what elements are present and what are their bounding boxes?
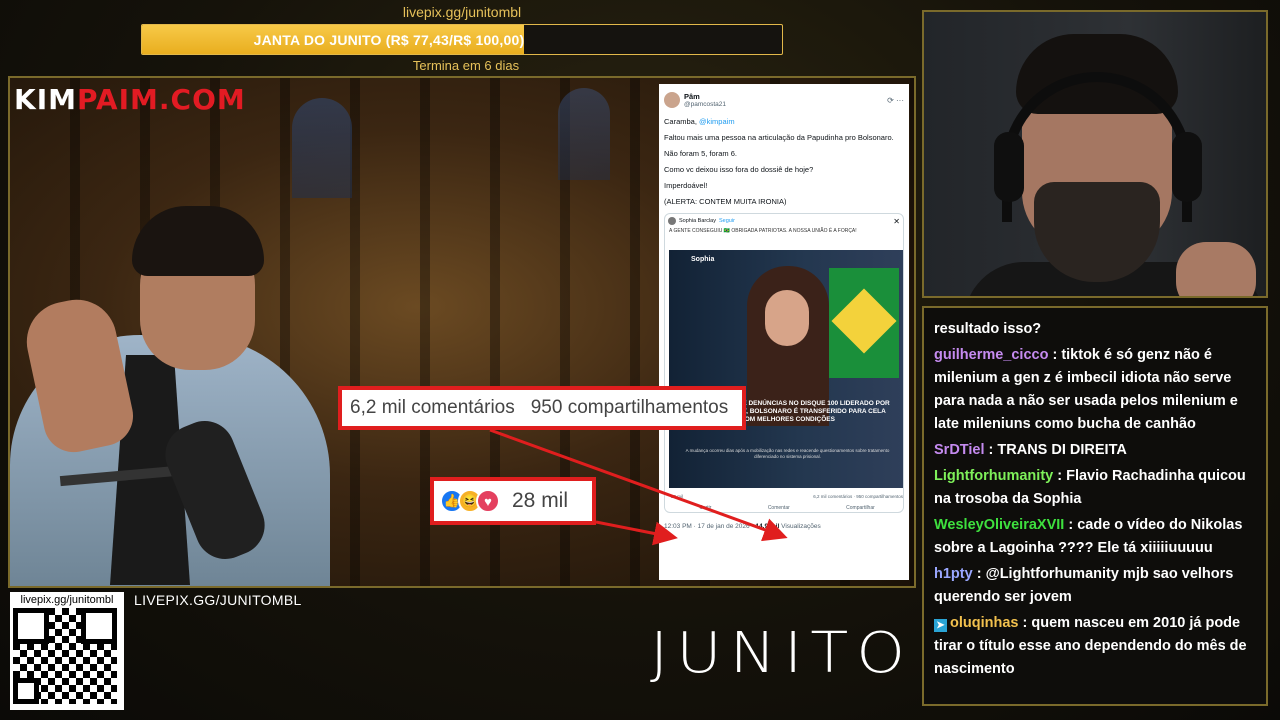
tweet-line: Como vc deixou isso fora do dossiê de ho…: [664, 165, 814, 174]
engagement-stats: 6,2 mil comentários · 950 compartilhamen…: [813, 494, 903, 499]
quoted-actions: Curtir Comentar Compartilhar: [671, 505, 903, 511]
junito-brand: JUNITO: [650, 619, 914, 686]
goal-label: JANTA DO JUNITO (R$ 77,43/R$ 100,00): [253, 32, 525, 48]
tweet-line: Faltou mais uma pessoa na articulação da…: [664, 133, 894, 142]
tweet-author-handle: @pamcosta21: [684, 101, 727, 108]
reactions-callout: 👍 😆 ♥ 28 mil: [430, 477, 596, 525]
tweet-footer: 12:03 PM · 17 de jan de 2026 · 14,9 mil …: [664, 523, 821, 530]
logo-part-white: KIM: [14, 83, 77, 116]
views-label: Visualizações: [781, 523, 821, 530]
quoted-image: Sophia APÓS MUTIRÃO DE DENÚNCIAS NO DISQ…: [669, 250, 903, 488]
quoted-text: A GENTE CONSEGUIU 🇧🇷 OBRIGADA PATRIOTAS.…: [669, 228, 857, 234]
like-button[interactable]: Curtir: [699, 505, 711, 511]
chat-message: WesleyOliveiraXVII : cade o vídeo do Nik…: [934, 517, 1243, 556]
chat-username[interactable]: h1pty: [934, 566, 973, 582]
brazil-flag: [829, 268, 899, 378]
woman-face: [765, 290, 809, 346]
tweet-mention[interactable]: @kimpaim: [699, 117, 735, 126]
reactions-count: 28 mil: [671, 494, 684, 499]
tweet-card: Pâm @pamcosta21 ⟳ ··· Caramba, @kimpaim …: [659, 84, 909, 580]
reaction-icons: 👍 😆 ♥: [440, 489, 500, 513]
logo-part-red: PAIM.COM: [76, 83, 246, 116]
goal-progress-bar: JANTA DO JUNITO (R$ 77,43/R$ 100,00): [141, 24, 783, 55]
share-button[interactable]: Compartilhar: [846, 505, 875, 511]
goal-ends-text: Termina em 6 dias: [412, 58, 520, 73]
quoted-post[interactable]: Sophia Barclay Seguir ✕ A GENTE CONSEGUI…: [664, 213, 904, 513]
avatar: [664, 92, 680, 108]
chat-username[interactable]: Lightforhumanity: [934, 468, 1053, 484]
chat-text: resultado isso?: [934, 321, 1042, 337]
views-count: 14,9 mil: [755, 523, 780, 530]
headphone-cup: [1172, 132, 1202, 202]
tweet-line: (ALERTA: CONTEM MUITA IRONIA): [664, 197, 787, 206]
close-icon[interactable]: ✕: [893, 217, 900, 226]
shares-count: 950 compartilhamentos: [530, 397, 729, 418]
qr-panel: livepix.gg/junitombl: [10, 592, 124, 710]
comments-shares-callout: 6,2 mil comentários 950 compartilhamento…: [338, 386, 746, 430]
quoted-stats: 28 mil 6,2 mil comentários · 950 compart…: [671, 494, 903, 499]
chat-username[interactable]: SrDTiel: [934, 442, 985, 458]
chat-username[interactable]: oluqinhas: [950, 615, 1018, 631]
reactions-total: 28 mil: [512, 489, 569, 512]
quoted-author: Sophia Barclay: [679, 218, 716, 224]
livepix-url: LIVEPIX.GG/JUNITOMBL: [134, 592, 302, 608]
chat-panel: resultado isso? guilherme_cicco : tiktok …: [922, 306, 1268, 706]
image-tag: Sophia: [691, 256, 715, 263]
chat-message: ➤ oluqinhas : quem nasceu em 2010 já pode…: [934, 615, 1247, 677]
chat-message: h1pty : @Lightforhumanity mjb sao velhor…: [934, 566, 1234, 605]
headphone-cup: [994, 132, 1024, 202]
chat-username[interactable]: guilherme_cicco: [934, 347, 1048, 363]
kimpaim-logo: KIMPAIM.COM: [14, 83, 246, 116]
qr-finder: [13, 678, 39, 704]
tweet-line: Não foram 5, foram 6.: [664, 149, 737, 158]
tweet-line: Caramba, @kimpaim: [664, 117, 735, 126]
avatar: [668, 217, 676, 225]
more-icon[interactable]: ⟳ ···: [887, 96, 904, 105]
image-subtext: A mudança ocorreu dias após a mobilizaçã…: [685, 448, 890, 459]
stained-window: [292, 98, 352, 198]
qr-code[interactable]: [13, 608, 117, 704]
comment-button[interactable]: Comentar: [768, 505, 790, 511]
love-icon: ♥: [476, 489, 500, 513]
chat-text: TRANS DI DIREITA: [997, 442, 1127, 458]
chat-badge-icon: ➤: [934, 619, 947, 632]
chat-username[interactable]: WesleyOliveiraXVII: [934, 517, 1064, 533]
tweet-line: Imperdoável!: [664, 181, 708, 190]
follow-link[interactable]: Seguir: [719, 218, 735, 224]
tweet-header: Pâm @pamcosta21 ⟳ ···: [664, 89, 904, 111]
chat-message: Lightforhumanity : Flavio Rachadinha qui…: [934, 468, 1246, 507]
tweet-author-name: Pâm: [684, 92, 700, 101]
comments-count: 6,2 mil comentários: [350, 397, 515, 418]
chat-message: resultado isso?: [934, 318, 1260, 341]
quoted-header: Sophia Barclay Seguir ✕: [665, 214, 903, 228]
chat-message: guilherme_cicco : tiktok é só genz não é…: [934, 347, 1238, 432]
qr-url: livepix.gg/junitombl: [20, 594, 114, 606]
host-hand: [1176, 242, 1256, 296]
stained-window: [558, 88, 610, 180]
webcam-feed: [922, 10, 1268, 298]
chat-text: @Lightforhumanity mjb sao velhors queren…: [934, 566, 1234, 605]
goal-url: livepix.gg/junitombl: [402, 4, 522, 20]
chat-message: SrDTiel : TRANS DI DIREITA: [934, 442, 1127, 458]
